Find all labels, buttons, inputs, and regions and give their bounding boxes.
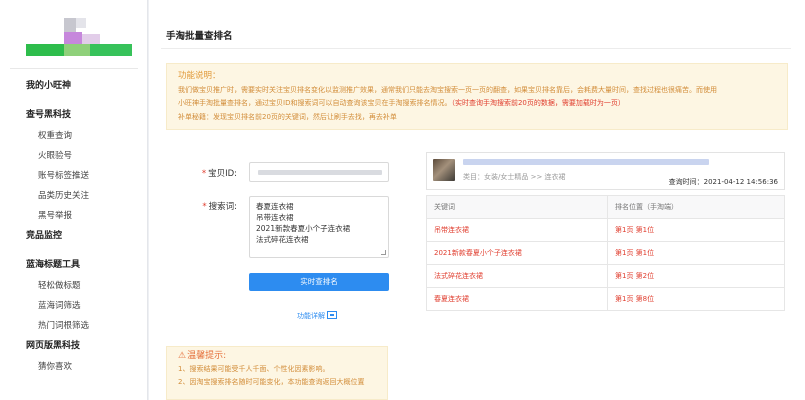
rank-table: 关键词 排名位置（手淘端） 吊带连衣裙 第1页 第1位 2021新款春夏小个子连…: [426, 195, 785, 311]
cell-rank: 第1页 第8位: [607, 287, 785, 311]
table-row: 吊带连衣裙 第1页 第1位: [426, 218, 785, 242]
query-time: 查询时间：2021-04-12 14:56:36: [668, 178, 778, 186]
cell-keyword: 2021新款春夏小个子连衣裙: [426, 241, 608, 265]
keywords-label: * 搜索词:: [202, 202, 237, 212]
video-icon: [327, 311, 337, 319]
nav-group-title-tools[interactable]: 蓝海标题工具: [0, 255, 148, 276]
cell-rank: 第1页 第2位: [607, 264, 785, 288]
cell-rank: 第1页 第1位: [607, 218, 785, 242]
main-panel: 手淘批量查排名 功能说明： 我们做宝贝推广时，需要实时关注宝贝排名变化以监测推广…: [149, 0, 805, 400]
sidebar-item-weight-query[interactable]: 权重查询: [0, 126, 148, 146]
brand-logo: [26, 18, 132, 60]
keyword-line: 吊带连衣裙: [256, 213, 294, 222]
product-category: 类目：女装/女士精品 >> 连衣裙: [463, 173, 566, 181]
warning-icon: ⚠: [178, 351, 187, 361]
product-card: 类目：女装/女士精品 >> 连衣裙 查询时间：2021-04-12 14:56:…: [426, 152, 785, 190]
item-id-input[interactable]: [249, 162, 389, 182]
resize-handle[interactable]: [381, 250, 386, 255]
notice-heading: 功能说明：: [178, 71, 221, 81]
cell-keyword: 吊带连衣裙: [426, 218, 608, 242]
notice-line-2-text: 小旺神手淘批量查排名，通过宝贝ID和搜索词可以自动查询该宝贝在手淘搜索排名情况。: [178, 99, 452, 107]
sidebar: 我的小旺神 查号黑科技 权重查询 火眼验号 账号标签推送 品类历史关注 黑号举报…: [0, 0, 148, 400]
item-id-label: * 宝贝ID:: [201, 169, 237, 179]
table-row: 法式碎花连衣裙 第1页 第2位: [426, 264, 785, 288]
page-title: 手淘批量查排名: [166, 31, 233, 42]
nav-group-web-tools[interactable]: 网页版黑科技: [0, 336, 148, 357]
nav-group-my-account[interactable]: 我的小旺神: [0, 76, 148, 97]
keyword-line: 春夏连衣裙: [256, 202, 294, 211]
title-divider: [161, 48, 791, 49]
notice-line-1: 我们做宝贝推广时，需要实时关注宝贝排名变化以监测推广效果，通常我们只能去淘宝搜索…: [178, 85, 717, 94]
table-row: 春夏连衣裙 第1页 第8位: [426, 287, 785, 311]
product-thumbnail: [433, 159, 455, 181]
sidebar-item-report[interactable]: 黑号举报: [0, 206, 148, 226]
nav-group-competitor-monitor[interactable]: 竞品监控: [0, 226, 148, 247]
sidebar-item-easy-title[interactable]: 轻松做标题: [0, 276, 148, 296]
query-rank-button[interactable]: 实时查排名: [249, 273, 389, 291]
tips-panel: ⚠温馨提示: 1、搜索结果可能受千人千面、个性化因素影响。 2、因淘宝搜索排名随…: [166, 346, 388, 400]
table-row: 2021新款春夏小个子连衣裙 第1页 第1位: [426, 241, 785, 265]
keyword-line: 2021新款春夏小个子连衣裙: [256, 224, 351, 233]
nav-group-account-check[interactable]: 查号黑科技: [0, 105, 148, 126]
sidebar-item-guess-you-like[interactable]: 猜你喜欢: [0, 357, 148, 377]
sidebar-item-hot-roots[interactable]: 热门词根筛选: [0, 316, 148, 336]
feature-detail-link[interactable]: 功能详解: [297, 311, 337, 321]
redacted-id: [258, 170, 382, 175]
notice-line-2: 小旺神手淘批量查排名，通过宝贝ID和搜索词可以自动查询该宝贝在手淘搜索排名情况。…: [178, 97, 776, 111]
notice-highlight: （实时查询手淘搜索前20页的数据，需要加载时为一页）: [451, 99, 625, 107]
sidebar-item-account-verify[interactable]: 火眼验号: [0, 146, 148, 166]
sidebar-item-category-history[interactable]: 品类历史关注: [0, 186, 148, 206]
keywords-textarea[interactable]: 春夏连衣裙 吊带连衣裙 2021新款春夏小个子连衣裙 法式碎花连衣裙: [249, 196, 389, 258]
column-header-keyword: 关键词: [426, 195, 608, 219]
notice-line-3: 补单秘籍：发现宝贝排名前20页的关键词，然后让刷手去找，再去补单: [178, 112, 397, 121]
sidebar-item-blue-ocean-words[interactable]: 蓝海词筛选: [0, 296, 148, 316]
logo-divider: [10, 68, 138, 69]
sidebar-nav: 我的小旺神 查号黑科技 权重查询 火眼验号 账号标签推送 品类历史关注 黑号举报…: [0, 76, 148, 377]
cell-keyword: 春夏连衣裙: [426, 287, 608, 311]
sidebar-item-account-tag[interactable]: 账号标签推送: [0, 166, 148, 186]
column-header-rank: 排名位置（手淘端）: [607, 195, 785, 219]
redacted-product-title: [463, 159, 709, 165]
tip-item: 2、因淘宝搜索排名随时可能变化，本功能查询返回大概位置: [178, 378, 365, 386]
feature-notice: 功能说明： 我们做宝贝推广时，需要实时关注宝贝排名变化以监测推广效果，通常我们只…: [166, 63, 788, 130]
cell-rank: 第1页 第1位: [607, 241, 785, 265]
table-header-row: 关键词 排名位置（手淘端）: [426, 195, 785, 219]
keyword-line: 法式碎花连衣裙: [256, 235, 309, 244]
tips-heading: ⚠温馨提示:: [178, 351, 227, 361]
cell-keyword: 法式碎花连衣裙: [426, 264, 608, 288]
tip-item: 1、搜索结果可能受千人千面、个性化因素影响。: [178, 365, 330, 373]
